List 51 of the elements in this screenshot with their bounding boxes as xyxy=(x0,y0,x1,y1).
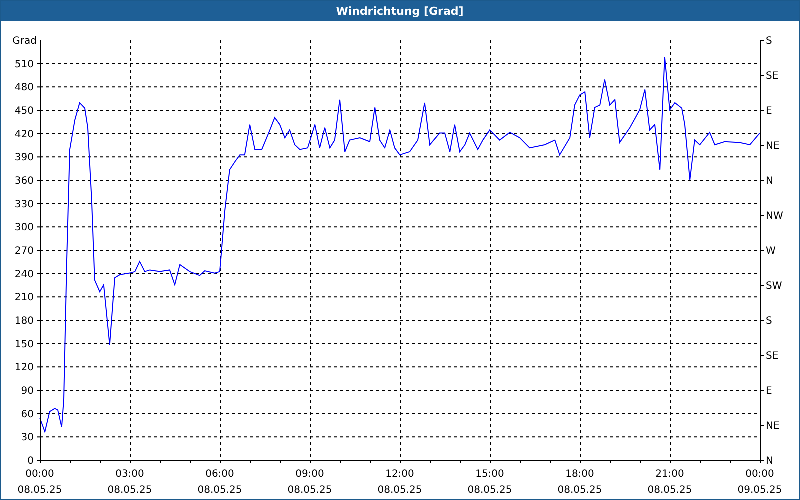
compass-direction-label: NE xyxy=(766,141,780,152)
compass-direction-label: E xyxy=(766,106,772,117)
time-tick-label: 06:00 xyxy=(206,469,234,480)
time-tick-label: 00:00 xyxy=(746,469,774,480)
compass-direction-label: S xyxy=(766,36,772,47)
date-tick-label: 08.05.25 xyxy=(378,485,422,496)
axis-tick-label: 300 xyxy=(14,222,34,234)
date-tick-label: 08.05.25 xyxy=(468,485,512,496)
compass-direction-label: SE xyxy=(766,351,779,362)
date-tick-label: 09.05.25 xyxy=(738,485,782,496)
axis-unit-label: Grad xyxy=(12,36,37,47)
compass-direction-label: NW xyxy=(766,211,784,222)
time-tick-label: 18:00 xyxy=(566,469,594,480)
axis-tick-label: 210 xyxy=(14,292,34,304)
compass-direction-label: SW xyxy=(766,281,782,292)
axis-tick-label: 60 xyxy=(21,409,34,420)
window-title: Windrichtung [Grad] xyxy=(1,1,799,21)
compass-direction-label: S xyxy=(766,316,772,327)
time-tick-label: 15:00 xyxy=(476,469,504,480)
date-tick-label: 08.05.25 xyxy=(288,485,332,496)
date-tick-label: 08.05.25 xyxy=(18,485,62,496)
time-tick-label: 12:00 xyxy=(386,469,414,480)
axis-tick-label: 330 xyxy=(14,199,34,210)
date-tick-label: 08.05.25 xyxy=(108,485,152,496)
axis-tick-label: 240 xyxy=(14,269,34,280)
axis-tick-label: 420 xyxy=(14,129,34,140)
time-tick-label: 21:00 xyxy=(656,469,684,480)
axis-tick-label: 0 xyxy=(28,456,34,467)
date-tick-label: 08.05.25 xyxy=(198,485,242,496)
axis-tick-label: 450 xyxy=(14,106,34,117)
date-tick-label: 08.05.25 xyxy=(558,485,602,496)
time-tick-label: 03:00 xyxy=(116,469,144,480)
axis-tick-label: 30 xyxy=(21,432,34,444)
axis-tick-label: 150 xyxy=(14,339,34,350)
axis-tick-label: 90 xyxy=(21,386,34,397)
axis-tick-label: 390 xyxy=(14,152,34,164)
compass-direction-label: NE xyxy=(766,421,780,432)
axis-tick-label: 360 xyxy=(14,176,34,187)
axis-tick-label: 480 xyxy=(14,82,34,94)
axis-tick-label: 180 xyxy=(14,316,34,327)
axis-tick-label: 270 xyxy=(14,246,34,257)
compass-direction-label: E xyxy=(766,386,772,397)
compass-direction-label: N xyxy=(766,456,774,467)
compass-direction-label: W xyxy=(766,246,776,257)
axis-tick-label: 510 xyxy=(14,59,34,70)
date-tick-label: 08.05.25 xyxy=(648,485,692,496)
compass-direction-label: SE xyxy=(766,71,779,82)
compass-direction-label: N xyxy=(766,176,774,187)
axis-tick-label: 120 xyxy=(14,362,34,374)
time-tick-label: 09:00 xyxy=(296,469,324,480)
time-tick-label: 00:00 xyxy=(26,469,54,480)
